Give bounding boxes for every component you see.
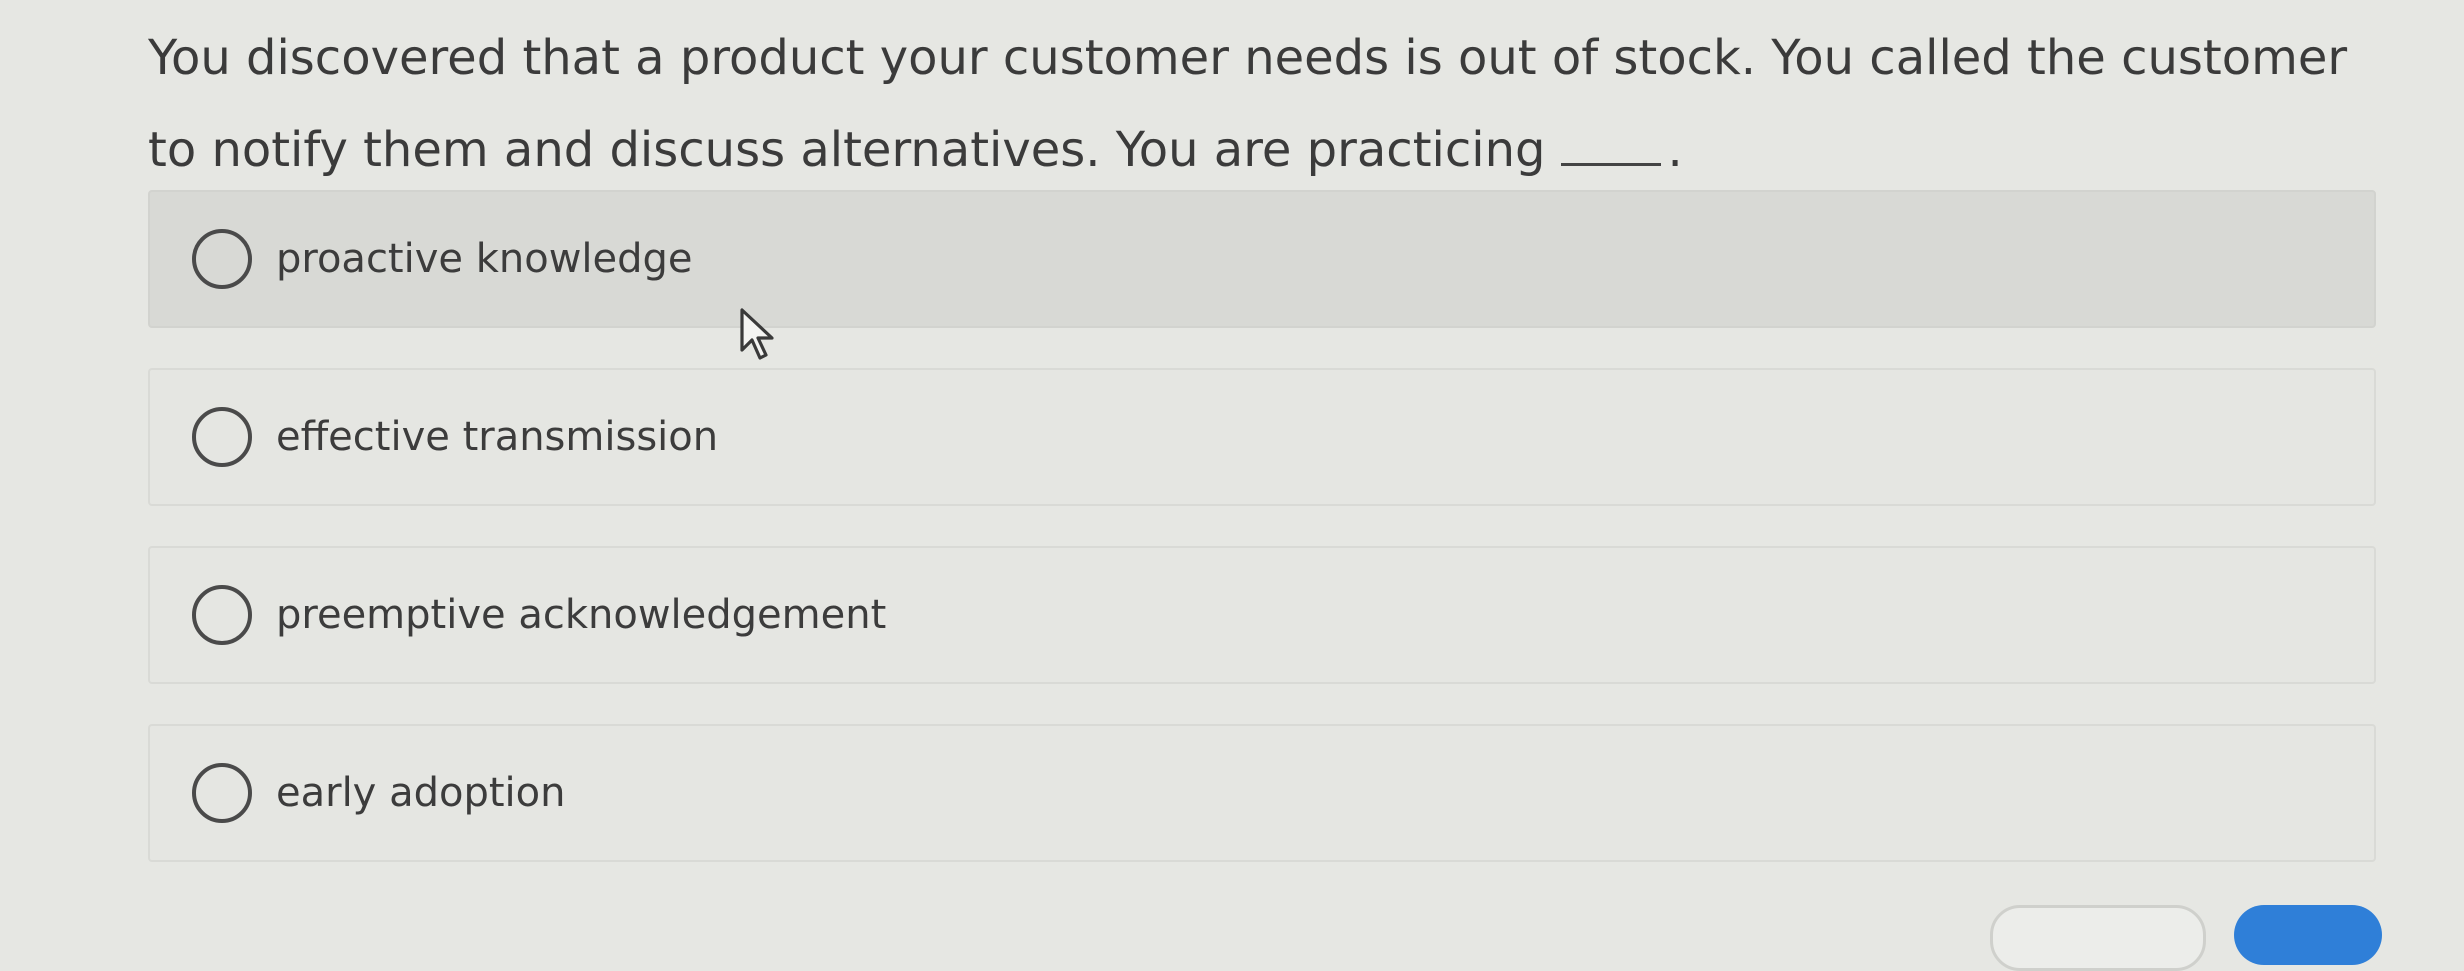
answer-blank <box>1561 123 1662 166</box>
question-period: . <box>1667 122 1683 178</box>
question-body: You discovered that a product your custo… <box>148 30 2348 178</box>
secondary-button[interactable] <box>1990 905 2206 971</box>
option-label: preemptive acknowledgement <box>276 592 887 638</box>
primary-button[interactable] <box>2234 905 2382 965</box>
option-label: early adoption <box>276 770 566 816</box>
option-early-adoption[interactable]: early adoption <box>148 724 2376 862</box>
mouse-pointer-icon <box>740 308 774 360</box>
radio-button-icon[interactable] <box>192 763 252 823</box>
answer-options: proactive knowledge effective transmissi… <box>148 190 2376 902</box>
question-text: You discovered that a product your custo… <box>148 12 2348 196</box>
option-effective-transmission[interactable]: effective transmission <box>148 368 2376 506</box>
option-proactive-knowledge[interactable]: proactive knowledge <box>148 190 2376 328</box>
radio-button-icon[interactable] <box>192 585 252 645</box>
option-label: effective transmission <box>276 414 719 460</box>
radio-button-icon[interactable] <box>192 229 252 289</box>
option-label: proactive knowledge <box>276 236 693 282</box>
option-preemptive-acknowledgement[interactable]: preemptive acknowledgement <box>148 546 2376 684</box>
radio-button-icon[interactable] <box>192 407 252 467</box>
